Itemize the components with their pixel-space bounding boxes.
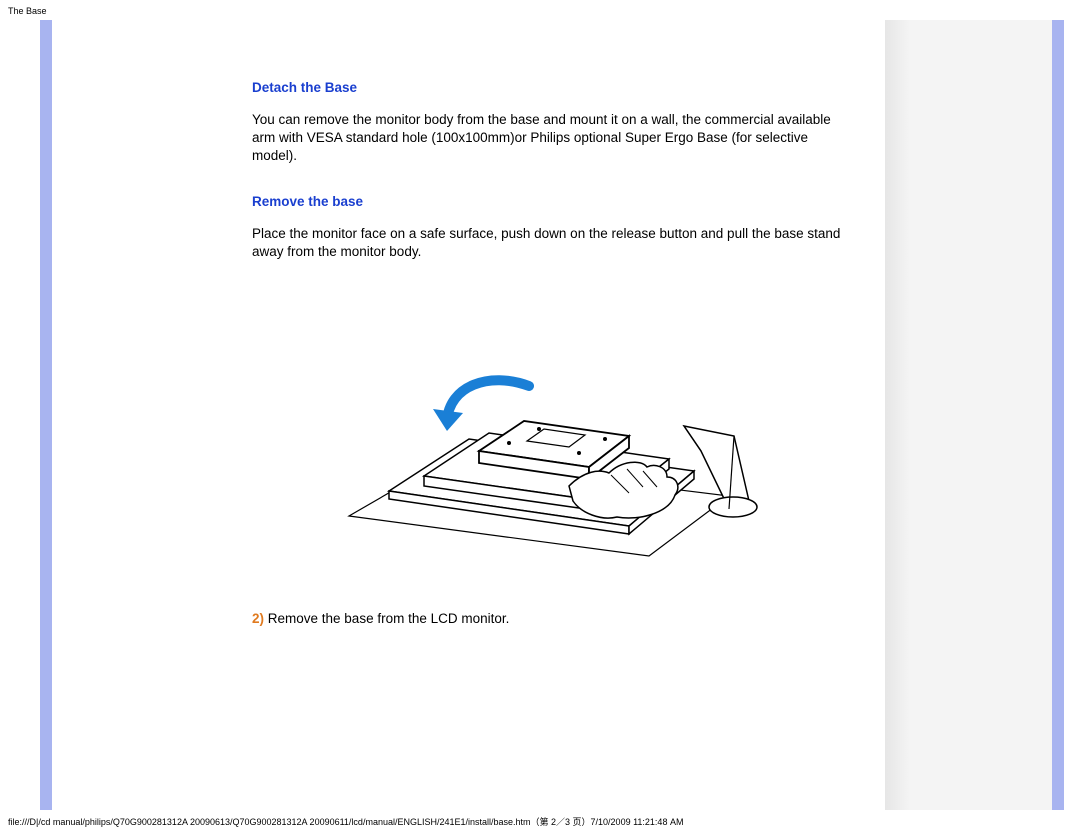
footer-file-path: file:///D|/cd manual/philips/Q70G9002813… (8, 815, 683, 828)
main-content: Detach the Base You can remove the monit… (52, 20, 885, 810)
step-2-number: 2) (252, 611, 264, 626)
step-2-line: 2) Remove the base from the LCD monitor. (252, 611, 845, 626)
page-body: Detach the Base You can remove the monit… (0, 20, 1080, 810)
content-right-shadow (885, 20, 910, 810)
right-gutter (910, 20, 1052, 810)
illustration-remove-base (252, 291, 845, 571)
paragraph-remove-base: Place the monitor face on a safe surface… (252, 225, 845, 261)
right-margin-bar (1052, 20, 1064, 810)
heading-remove-base: Remove the base (252, 194, 845, 209)
paragraph-detach-base: You can remove the monitor body from the… (252, 111, 845, 166)
heading-detach-base: Detach the Base (252, 80, 845, 95)
page-header-title: The Base (8, 6, 47, 16)
monitor-base-diagram-icon (329, 291, 769, 571)
left-margin-bar (40, 20, 52, 810)
step-2-text: Remove the base from the LCD monitor. (264, 611, 509, 626)
